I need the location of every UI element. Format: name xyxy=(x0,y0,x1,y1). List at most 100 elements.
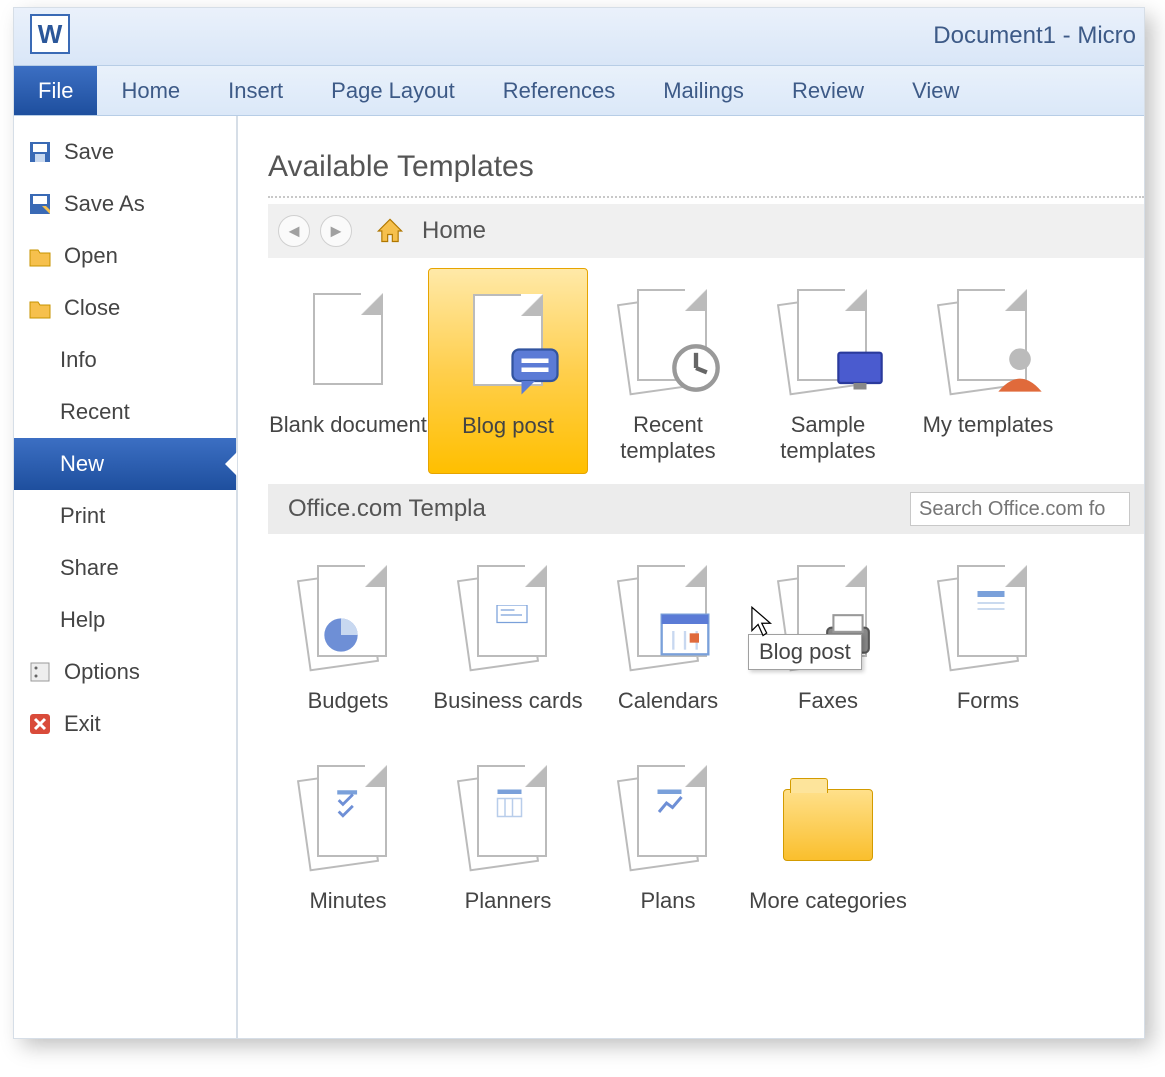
template-label: Minutes xyxy=(268,888,428,914)
blank-document-icon xyxy=(313,293,383,385)
forms-icon xyxy=(943,565,1033,665)
sidebar-item-help[interactable]: Help xyxy=(14,594,236,646)
templates-row-office-1: Budgets Business cards Calendars xyxy=(268,534,1144,734)
template-label: Planners xyxy=(428,888,588,914)
template-calendars[interactable]: Calendars xyxy=(588,544,748,724)
close-folder-icon xyxy=(28,296,52,320)
sidebar-item-recent[interactable]: Recent xyxy=(14,386,236,438)
tab-file[interactable]: File xyxy=(14,66,97,115)
sidebar-item-label: Info xyxy=(60,347,97,373)
arrow-left-icon: ◄ xyxy=(285,221,303,242)
arrow-right-icon: ► xyxy=(327,221,345,242)
sidebar-item-info[interactable]: Info xyxy=(14,334,236,386)
open-folder-icon xyxy=(28,244,52,268)
template-sample-templates[interactable]: Sample templates xyxy=(748,268,908,474)
document-title: Document1 - Micro xyxy=(933,22,1136,50)
save-as-icon xyxy=(28,192,52,216)
template-label: Budgets xyxy=(268,688,428,714)
template-label: Blank document xyxy=(268,412,428,438)
template-label: Calendars xyxy=(588,688,748,714)
template-my-templates[interactable]: My templates xyxy=(908,268,1068,474)
template-recent-templates[interactable]: Recent templates xyxy=(588,268,748,474)
template-budgets[interactable]: Budgets xyxy=(268,544,428,724)
templates-row-builtin: Blank document Blog post Recent template… xyxy=(268,258,1144,484)
tab-home[interactable]: Home xyxy=(97,66,204,115)
template-label: Forms xyxy=(908,688,1068,714)
nav-forward-button[interactable]: ► xyxy=(320,215,352,247)
nav-back-button[interactable]: ◄ xyxy=(278,215,310,247)
speech-bubble-icon xyxy=(508,345,562,399)
templates-row-office-2: Minutes Planners Plans More categor xyxy=(268,734,1144,934)
sidebar-item-label: New xyxy=(60,451,104,477)
home-icon[interactable] xyxy=(376,217,404,245)
sidebar-item-label: Save As xyxy=(64,191,145,217)
template-label: Blog post xyxy=(429,413,587,439)
template-label: More categories xyxy=(748,888,908,914)
section-title: Office.com Templa xyxy=(288,495,486,523)
sidebar-item-exit[interactable]: Exit xyxy=(14,698,236,750)
word-logo-icon: W xyxy=(30,14,70,54)
sidebar-item-label: Print xyxy=(60,503,105,529)
template-minutes[interactable]: Minutes xyxy=(268,744,428,924)
template-label: Faxes xyxy=(748,688,908,714)
sidebar-item-label: Help xyxy=(60,607,105,633)
tab-review[interactable]: Review xyxy=(768,66,888,115)
template-label: My templates xyxy=(908,412,1068,438)
clock-icon xyxy=(670,342,722,394)
tab-insert[interactable]: Insert xyxy=(204,66,307,115)
sidebar-item-save-as[interactable]: Save As xyxy=(14,178,236,230)
sidebar-item-label: Save xyxy=(64,139,114,165)
sidebar-item-label: Exit xyxy=(64,711,101,737)
sidebar-item-new[interactable]: New xyxy=(14,438,236,490)
breadcrumb[interactable]: Home xyxy=(422,217,486,245)
template-nav-bar: ◄ ► Home xyxy=(268,204,1144,258)
tab-page-layout[interactable]: Page Layout xyxy=(307,66,479,115)
exit-icon xyxy=(28,712,52,736)
title-bar: W Document1 - Micro xyxy=(14,8,1144,66)
template-planners[interactable]: Planners xyxy=(428,744,588,924)
calendars-icon xyxy=(623,565,713,665)
sidebar-item-share[interactable]: Share xyxy=(14,542,236,594)
backstage-sidebar: Save Save As Open Close xyxy=(14,116,238,1038)
plans-icon xyxy=(623,765,713,865)
office-com-section-header: Office.com Templa xyxy=(268,484,1144,534)
monitor-icon xyxy=(834,344,886,396)
template-blank-document[interactable]: Blank document xyxy=(268,268,428,474)
sidebar-item-options[interactable]: Options xyxy=(14,646,236,698)
template-label: Recent templates xyxy=(588,412,748,464)
page-title: Available Templates xyxy=(268,150,1144,184)
ribbon-tabs: File Home Insert Page Layout References … xyxy=(14,66,1144,116)
sidebar-item-label: Open xyxy=(64,243,118,269)
budgets-icon xyxy=(303,565,393,665)
planners-icon xyxy=(463,765,553,865)
save-icon xyxy=(28,140,52,164)
folder-icon xyxy=(783,789,873,861)
template-forms[interactable]: Forms xyxy=(908,544,1068,724)
sidebar-item-label: Close xyxy=(64,295,120,321)
minutes-icon xyxy=(303,765,393,865)
template-more-categories[interactable]: More categories xyxy=(748,744,908,924)
template-label: Plans xyxy=(588,888,748,914)
options-icon xyxy=(28,660,52,684)
template-plans[interactable]: Plans xyxy=(588,744,748,924)
business-cards-icon xyxy=(463,565,553,665)
tab-references[interactable]: References xyxy=(479,66,640,115)
app-window: W Document1 - Micro File Home Insert Pag… xyxy=(14,8,1144,1038)
sidebar-item-print[interactable]: Print xyxy=(14,490,236,542)
template-blog-post[interactable]: Blog post xyxy=(428,268,588,474)
sidebar-item-close[interactable]: Close xyxy=(14,282,236,334)
sidebar-item-save[interactable]: Save xyxy=(14,126,236,178)
sidebar-item-open[interactable]: Open xyxy=(14,230,236,282)
tab-view[interactable]: View xyxy=(888,66,983,115)
backstage-content: Available Templates ◄ ► Home Blank docum xyxy=(238,116,1144,1038)
template-label: Sample templates xyxy=(748,412,908,464)
tab-mailings[interactable]: Mailings xyxy=(639,66,768,115)
sidebar-item-label: Recent xyxy=(60,399,130,425)
tooltip: Blog post xyxy=(748,634,862,670)
template-business-cards[interactable]: Business cards xyxy=(428,544,588,724)
sidebar-item-label: Options xyxy=(64,659,140,685)
person-icon xyxy=(994,344,1046,396)
search-office-input[interactable] xyxy=(910,492,1130,526)
sidebar-item-label: Share xyxy=(60,555,119,581)
template-label: Business cards xyxy=(428,688,588,714)
